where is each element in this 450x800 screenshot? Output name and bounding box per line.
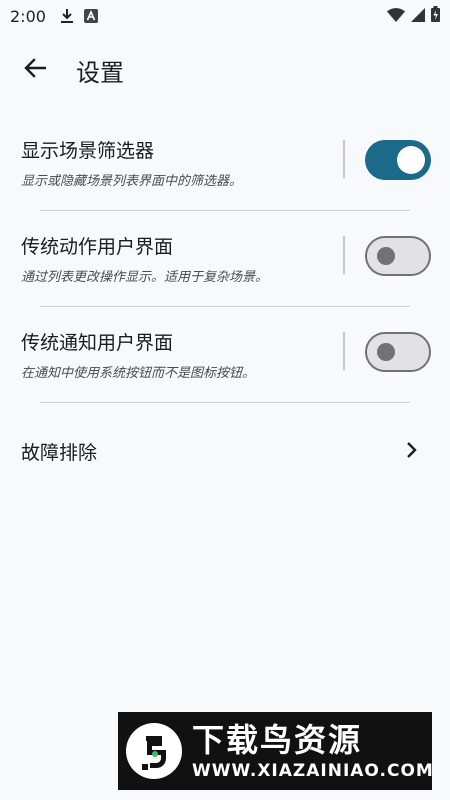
vertical-divider (343, 332, 345, 370)
arrow-left-icon (24, 58, 47, 82)
setting-title: 传统通知用户界面 (21, 332, 174, 354)
download-icon (60, 8, 74, 24)
battery-icon (431, 6, 440, 26)
back-button[interactable] (11, 46, 59, 94)
watermark-url: WWW.XIAZAINIAO.COM (192, 761, 434, 781)
setting-show-scene-filter[interactable]: 显示场景筛选器 显示或隐藏场景列表界面中的筛选器。 (0, 128, 450, 192)
watermark-title: 下载鸟资源 (192, 721, 363, 759)
setting-description: 显示或隐藏场景列表界面中的筛选器。 (21, 174, 243, 189)
setting-text: 传统通知用户界面 在通知中使用系统按钮而不是图标按钮。 (21, 328, 255, 381)
setting-legacy-action-ui[interactable]: 传统动作用户界面 通过列表更改操作显示。适用于复杂场景。 (0, 224, 450, 288)
switch-knob (397, 146, 425, 174)
switch-knob (377, 343, 395, 361)
vertical-divider (343, 140, 345, 178)
divider (40, 306, 410, 307)
status-icons (387, 6, 440, 26)
signal-icon (411, 7, 425, 26)
legacy-notification-ui-switch[interactable] (365, 332, 431, 372)
vertical-divider (343, 236, 345, 274)
watermark-text: 下载鸟资源 WWW.XIAZAINIAO.COM (192, 721, 434, 781)
scene-filter-switch[interactable] (365, 140, 431, 180)
wifi-icon (387, 7, 405, 26)
setting-description: 在通知中使用系统按钮而不是图标按钮。 (21, 366, 256, 381)
watermark-banner: 下载鸟资源 WWW.XIAZAINIAO.COM (118, 712, 434, 790)
chevron-right-icon (405, 441, 417, 463)
status-time: 2:00 (10, 6, 46, 26)
troubleshoot-label: 故障排除 (21, 442, 98, 464)
switch-knob (377, 247, 395, 265)
status-bar: 2:00 (0, 0, 450, 32)
setting-title: 传统动作用户界面 (21, 236, 174, 258)
setting-text: 显示场景筛选器 显示或隐藏场景列表界面中的筛选器。 (21, 136, 242, 189)
divider (40, 210, 410, 211)
setting-text: 传统动作用户界面 通过列表更改操作显示。适用于复杂场景。 (21, 232, 268, 285)
a-badge-icon (83, 9, 98, 23)
app-bar: 设置 (0, 42, 450, 98)
divider (40, 402, 410, 403)
page-title: 设置 (76, 58, 124, 87)
setting-title: 显示场景筛选器 (21, 140, 155, 162)
troubleshoot-item[interactable]: 故障排除 (0, 424, 450, 476)
setting-legacy-notification-ui[interactable]: 传统通知用户界面 在通知中使用系统按钮而不是图标按钮。 (0, 320, 450, 384)
legacy-action-ui-switch[interactable] (365, 236, 431, 276)
setting-description: 通过列表更改操作显示。适用于复杂场景。 (21, 270, 269, 285)
watermark-logo (126, 723, 182, 779)
